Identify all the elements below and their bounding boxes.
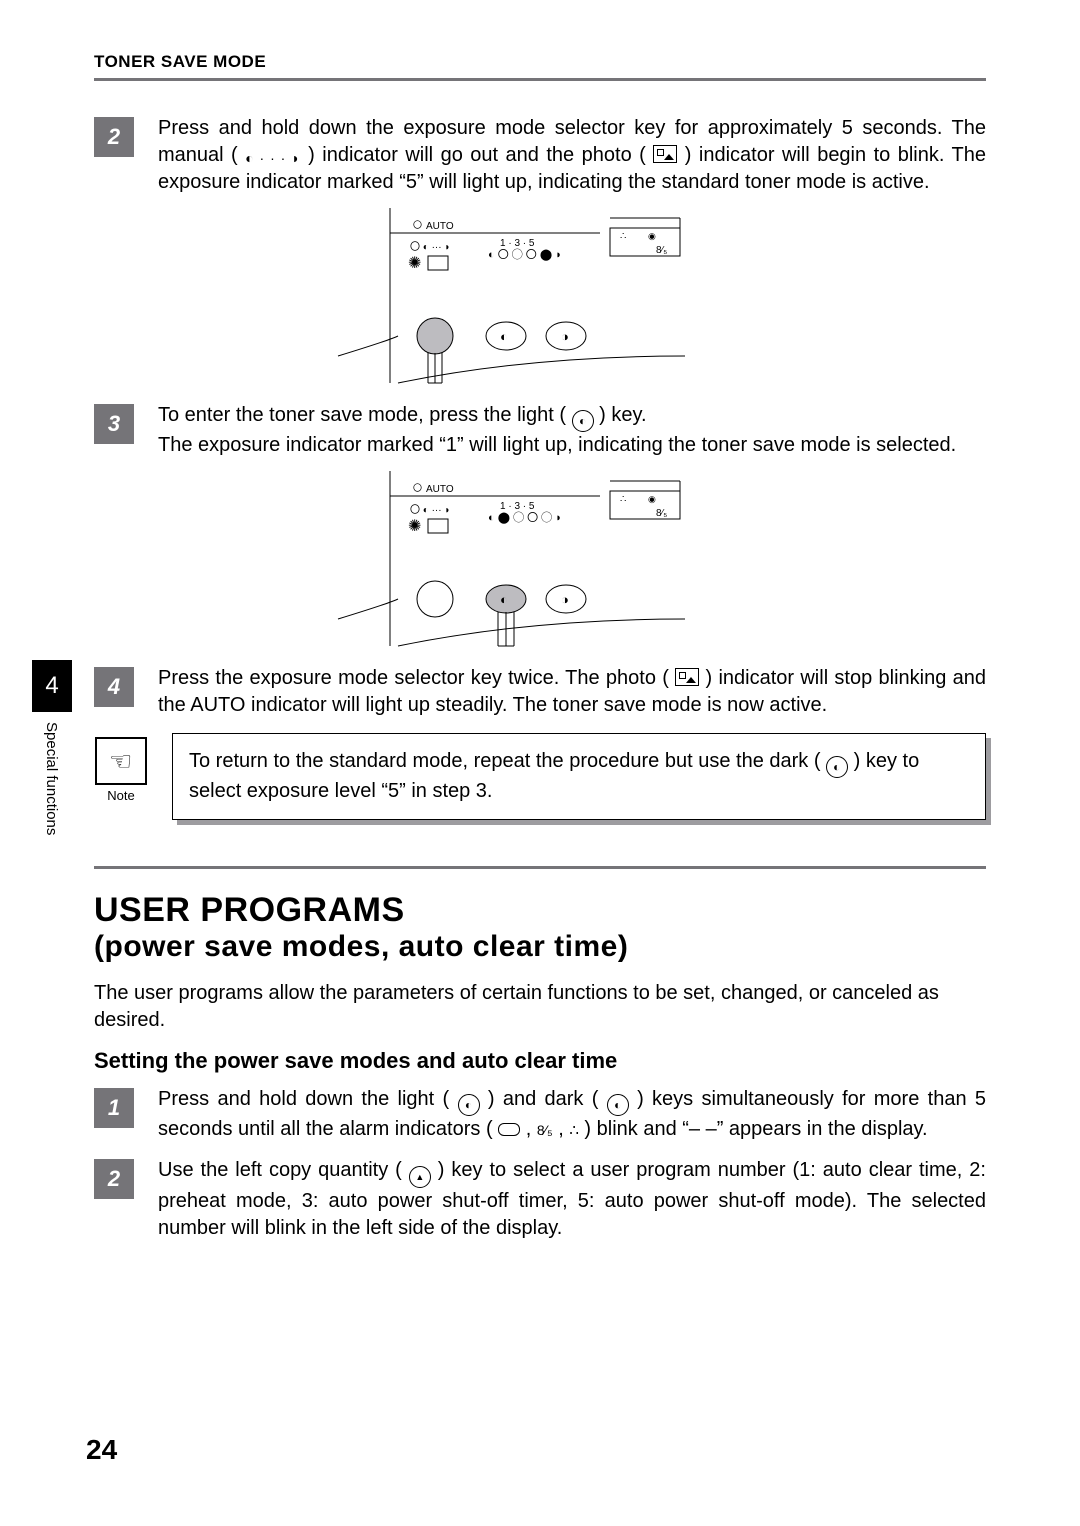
text: Use the left copy quantity (: [158, 1159, 402, 1181]
chapter-side-tab: 4 Special functions: [32, 660, 72, 980]
photo-indicator-icon: [675, 668, 699, 686]
svg-text:AUTO: AUTO: [426, 221, 454, 232]
svg-text:〇 ◐ ··· ◗: 〇 ◐ ··· ◗: [410, 504, 450, 516]
svg-text:◐ ⬤ ◯ 〇 ◯ ◗: ◐ ⬤ ◯ 〇 ◯ ◗: [488, 511, 562, 524]
note-body: To return to the standard mode, repeat t…: [172, 733, 986, 820]
text: ) and dark (: [488, 1088, 599, 1110]
svg-text:◑: ◑: [561, 592, 569, 607]
step-4: 4 Press the exposure mode selector key t…: [94, 665, 986, 719]
b-step-1: 1 Press and hold down the light ( ) and …: [94, 1086, 986, 1143]
svg-text:AUTO: AUTO: [426, 484, 454, 495]
step-number: 2: [94, 1159, 134, 1199]
light-key-icon: [572, 410, 594, 432]
control-panel-diagram-1: 〇 AUTO 〇 ◐ ··· ◗ 1 · 3 · 5 ◐ 〇 ◯ 〇 ⬤ ◗ ✺…: [330, 208, 750, 388]
svg-text:8⁄₅: 8⁄₅: [656, 508, 667, 519]
step-2: 2 Press and hold down the exposure mode …: [94, 115, 986, 196]
step-body: To enter the toner save mode, press the …: [158, 402, 986, 459]
running-head: TONER SAVE MODE: [94, 52, 986, 72]
svg-text:◉: ◉: [648, 494, 656, 504]
text: To enter the toner save mode, press the …: [158, 404, 566, 426]
page-number: 24: [86, 1434, 117, 1466]
svg-text:1 · 3 · 5: 1 · 3 · 5: [500, 501, 535, 512]
text: ) blink and “– –” appears in the display…: [584, 1118, 927, 1140]
svg-text:∴: ∴: [620, 494, 626, 505]
text: ,: [558, 1118, 569, 1140]
svg-text:8⁄₅: 8⁄₅: [656, 245, 667, 256]
svg-text:〇: 〇: [413, 483, 422, 493]
chapter-label: Special functions: [43, 722, 60, 835]
svg-text:◉: ◉: [648, 231, 656, 241]
step-number: 3: [94, 404, 134, 444]
divider: [94, 78, 986, 81]
note-block: ☞ Note To return to the standard mode, r…: [94, 733, 986, 820]
step-number: 1: [94, 1088, 134, 1128]
alarm-indicator-3-icon: ∴: [569, 1122, 579, 1139]
svg-text:✺: ✺: [408, 518, 421, 535]
text: Press the exposure mode selector key twi…: [158, 667, 669, 689]
light-key-icon: [458, 1094, 480, 1116]
section-intro: The user programs allow the parameters o…: [94, 980, 986, 1034]
b-step-2: 2 Use the left copy quantity ( ) key to …: [94, 1157, 986, 1242]
control-panel-diagram-2: 〇 AUTO 〇 ◐ ··· ◗ 1 · 3 · 5 ◐ ⬤ ◯ 〇 ◯ ◗ ✺…: [330, 471, 750, 651]
text: To return to the standard mode, repeat t…: [189, 750, 821, 772]
chapter-number: 4: [32, 660, 72, 712]
subsection-heading: Setting the power save modes and auto cl…: [94, 1048, 986, 1074]
dark-key-icon: [607, 1094, 629, 1116]
svg-text:◐: ◐: [500, 329, 508, 344]
svg-text:✺: ✺: [408, 255, 421, 272]
text: ,: [526, 1118, 537, 1140]
photo-indicator-icon: [653, 145, 677, 163]
note-icon: ☞: [109, 746, 132, 777]
divider: [94, 866, 986, 869]
step-body: Press and hold down the light ( ) and da…: [158, 1086, 986, 1143]
svg-text:◑: ◑: [561, 329, 569, 344]
note-label: Note: [94, 788, 148, 803]
alarm-indicator-2-icon: 8⁄₅: [537, 1122, 553, 1138]
svg-text:◐ 〇 ◯ 〇 ⬤ ◗: ◐ 〇 ◯ 〇 ⬤ ◗: [488, 248, 562, 261]
text: ) indicator will go out and the photo (: [308, 144, 646, 166]
section-subtitle: (power save modes, auto clear time): [94, 930, 986, 964]
text: ) key.: [599, 404, 646, 426]
dark-key-icon: [826, 756, 848, 778]
step-body: Press and hold down the exposure mode se…: [158, 115, 986, 196]
step-body: Use the left copy quantity ( ) key to se…: [158, 1157, 986, 1242]
text: Press and hold down the light (: [158, 1088, 449, 1110]
svg-text:1 · 3 · 5: 1 · 3 · 5: [500, 238, 535, 249]
section-heading: USER PROGRAMS (power save modes, auto cl…: [94, 891, 986, 964]
svg-text:∴: ∴: [620, 231, 626, 242]
text: The exposure indicator marked “1” will l…: [158, 432, 986, 459]
step-number: 4: [94, 667, 134, 707]
step-number: 2: [94, 117, 134, 157]
svg-text:〇: 〇: [413, 220, 422, 230]
section-title: USER PROGRAMS: [94, 891, 405, 929]
manual-indicator-icon: ◐ · · · ◗: [245, 149, 300, 168]
svg-text:◐: ◐: [500, 592, 508, 607]
note-badge: ☞ Note: [94, 737, 148, 820]
step-body: Press the exposure mode selector key twi…: [158, 665, 986, 719]
alarm-indicator-1-icon: [498, 1123, 520, 1136]
copy-quantity-key-icon: [409, 1166, 431, 1188]
svg-text:〇 ◐ ··· ◗: 〇 ◐ ··· ◗: [410, 241, 450, 253]
step-3: 3 To enter the toner save mode, press th…: [94, 402, 986, 459]
